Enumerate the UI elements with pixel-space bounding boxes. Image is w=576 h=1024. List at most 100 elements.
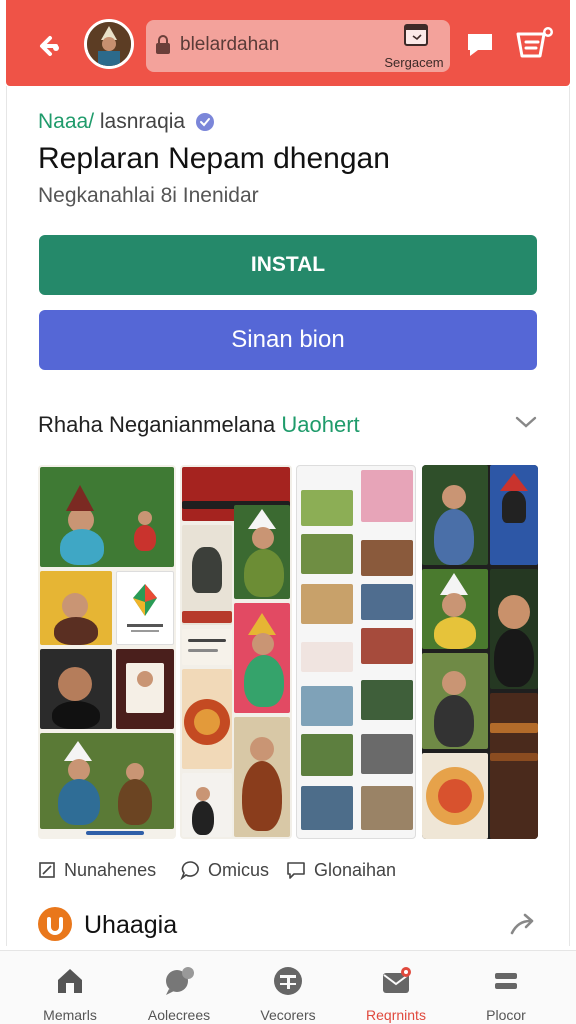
text-line: [188, 649, 218, 652]
screenshot-gallery[interactable]: [38, 465, 538, 839]
nav-item-messages[interactable]: Reqrnints: [346, 961, 446, 1023]
screenshot-tile: [116, 649, 174, 729]
thumb: [301, 490, 353, 526]
chat-bubble-icon: [166, 967, 194, 995]
publisher-name[interactable]: Naaa/ lasnraqia: [38, 110, 215, 134]
thumb: [301, 734, 353, 776]
portrait-figure: [138, 511, 152, 525]
app-title: Replaran Nepam dhengan: [38, 142, 390, 175]
thumb: [361, 470, 413, 522]
progress-indicator: [86, 831, 144, 835]
section-title-accent: Uaohert: [281, 412, 360, 437]
screenshot-tile: [490, 569, 538, 689]
screenshot-tile: [490, 465, 538, 565]
screenshot-3[interactable]: [296, 465, 416, 839]
lantern-image: [502, 491, 526, 523]
search-submit-button[interactable]: Sergacem: [380, 24, 448, 70]
screenshot-4[interactable]: [422, 465, 538, 839]
screenshot-tile: [234, 717, 290, 837]
nav-label: Aolecrees: [147, 1007, 211, 1023]
bottom-navigation: Memarls Aolecrees Vecorers Reqrnints Plo…: [0, 950, 576, 1024]
thumb: [361, 680, 413, 720]
nav-item-more[interactable]: Plocor: [456, 961, 556, 1023]
screenshot-1[interactable]: [38, 465, 176, 839]
wood-stripe: [490, 753, 538, 761]
thumb: [361, 584, 413, 620]
portrait-figure: [248, 509, 276, 529]
screenshot-2[interactable]: [180, 465, 292, 839]
thumb: [361, 786, 413, 830]
mail-icon: [383, 967, 411, 993]
screenshot-tile: [182, 525, 232, 625]
portrait-figure: [196, 787, 210, 801]
search-input[interactable]: [180, 30, 380, 60]
avatar[interactable]: [84, 19, 134, 69]
share-arrow-icon[interactable]: [508, 909, 538, 939]
nav-label: Vecorers: [260, 1007, 316, 1023]
tab-omicus[interactable]: Omicus: [180, 855, 269, 885]
search-bar[interactable]: Sergacem: [146, 20, 450, 72]
portrait-figure: [244, 655, 284, 707]
lock-icon: [156, 35, 170, 54]
screenshot-tile: [234, 603, 290, 713]
app-subtitle: Negkanahlai 8i Inenidar: [38, 184, 259, 207]
screenshots-section-header[interactable]: Rhaha Neganianmelana Uaohert: [38, 408, 538, 440]
tab-label: Nunahenes: [64, 859, 157, 880]
chat-button[interactable]: [464, 28, 500, 64]
thumb: [301, 786, 353, 830]
thumb: [301, 686, 353, 726]
nav-item-activity[interactable]: Aolecrees: [129, 961, 229, 1023]
lantern-top: [500, 473, 528, 491]
screenshot-tile: [182, 629, 232, 665]
browser-window-icon: [404, 24, 428, 46]
portrait-figure: [134, 525, 156, 551]
portrait-figure: [137, 671, 153, 687]
portrait-figure: [252, 633, 274, 655]
list-notification-icon: [516, 27, 553, 58]
portrait-figure: [66, 485, 94, 511]
screenshot-tile: [182, 773, 232, 837]
nav-item-home[interactable]: Memarls: [20, 961, 120, 1023]
calendar-icon: [274, 967, 302, 995]
food-plate: [194, 709, 220, 735]
review-tabs: Nunahenes Omicus Glonaihan: [38, 855, 538, 885]
portrait-figure: [498, 595, 530, 629]
thumb: [361, 734, 413, 774]
nav-item-calendar[interactable]: Vecorers: [238, 961, 338, 1023]
screenshot-tile: [40, 649, 112, 729]
thumb: [301, 584, 353, 624]
search-submit-label: Sergacem: [384, 55, 444, 70]
publisher-rest: lasnraqia: [94, 110, 186, 133]
portrait-figure: [60, 529, 104, 565]
portrait-figure: [252, 527, 274, 549]
comment-icon: [180, 861, 199, 880]
portrait-figure: [434, 695, 474, 747]
share-button[interactable]: Sinan bion: [39, 310, 537, 370]
notifications-button[interactable]: [512, 24, 556, 64]
screenshot-tile: [422, 465, 488, 565]
portrait-figure: [434, 509, 474, 565]
back-button[interactable]: [28, 26, 68, 66]
back-arrow-icon: [40, 36, 59, 56]
portrait-figure: [118, 779, 152, 825]
pattern-stripe: [182, 611, 232, 623]
tab-nunahenes[interactable]: Nunahenes: [38, 855, 156, 885]
lantern-image: [192, 547, 222, 593]
portrait-figure: [244, 549, 284, 597]
portrait-figure: [52, 701, 100, 729]
install-button[interactable]: INSTAL: [39, 235, 537, 295]
portrait-figure: [242, 761, 282, 831]
section-title-main: Rhaha Neganianmelana: [38, 412, 282, 437]
nav-label: Plocor: [486, 1007, 526, 1023]
screenshot-tile: [182, 669, 232, 769]
portrait-figure: [440, 573, 468, 595]
screenshot-tile: [422, 569, 488, 649]
tab-label: Glonaihan: [314, 859, 397, 880]
screenshot-tile: [40, 571, 112, 645]
portrait-figure: [68, 759, 90, 781]
related-app-row[interactable]: Uhaagia: [38, 905, 538, 945]
portrait-figure: [434, 617, 476, 649]
tab-glonaihan[interactable]: Glonaihan: [286, 855, 396, 885]
screenshot-tile: [490, 693, 538, 839]
avatar-image: [87, 22, 131, 66]
